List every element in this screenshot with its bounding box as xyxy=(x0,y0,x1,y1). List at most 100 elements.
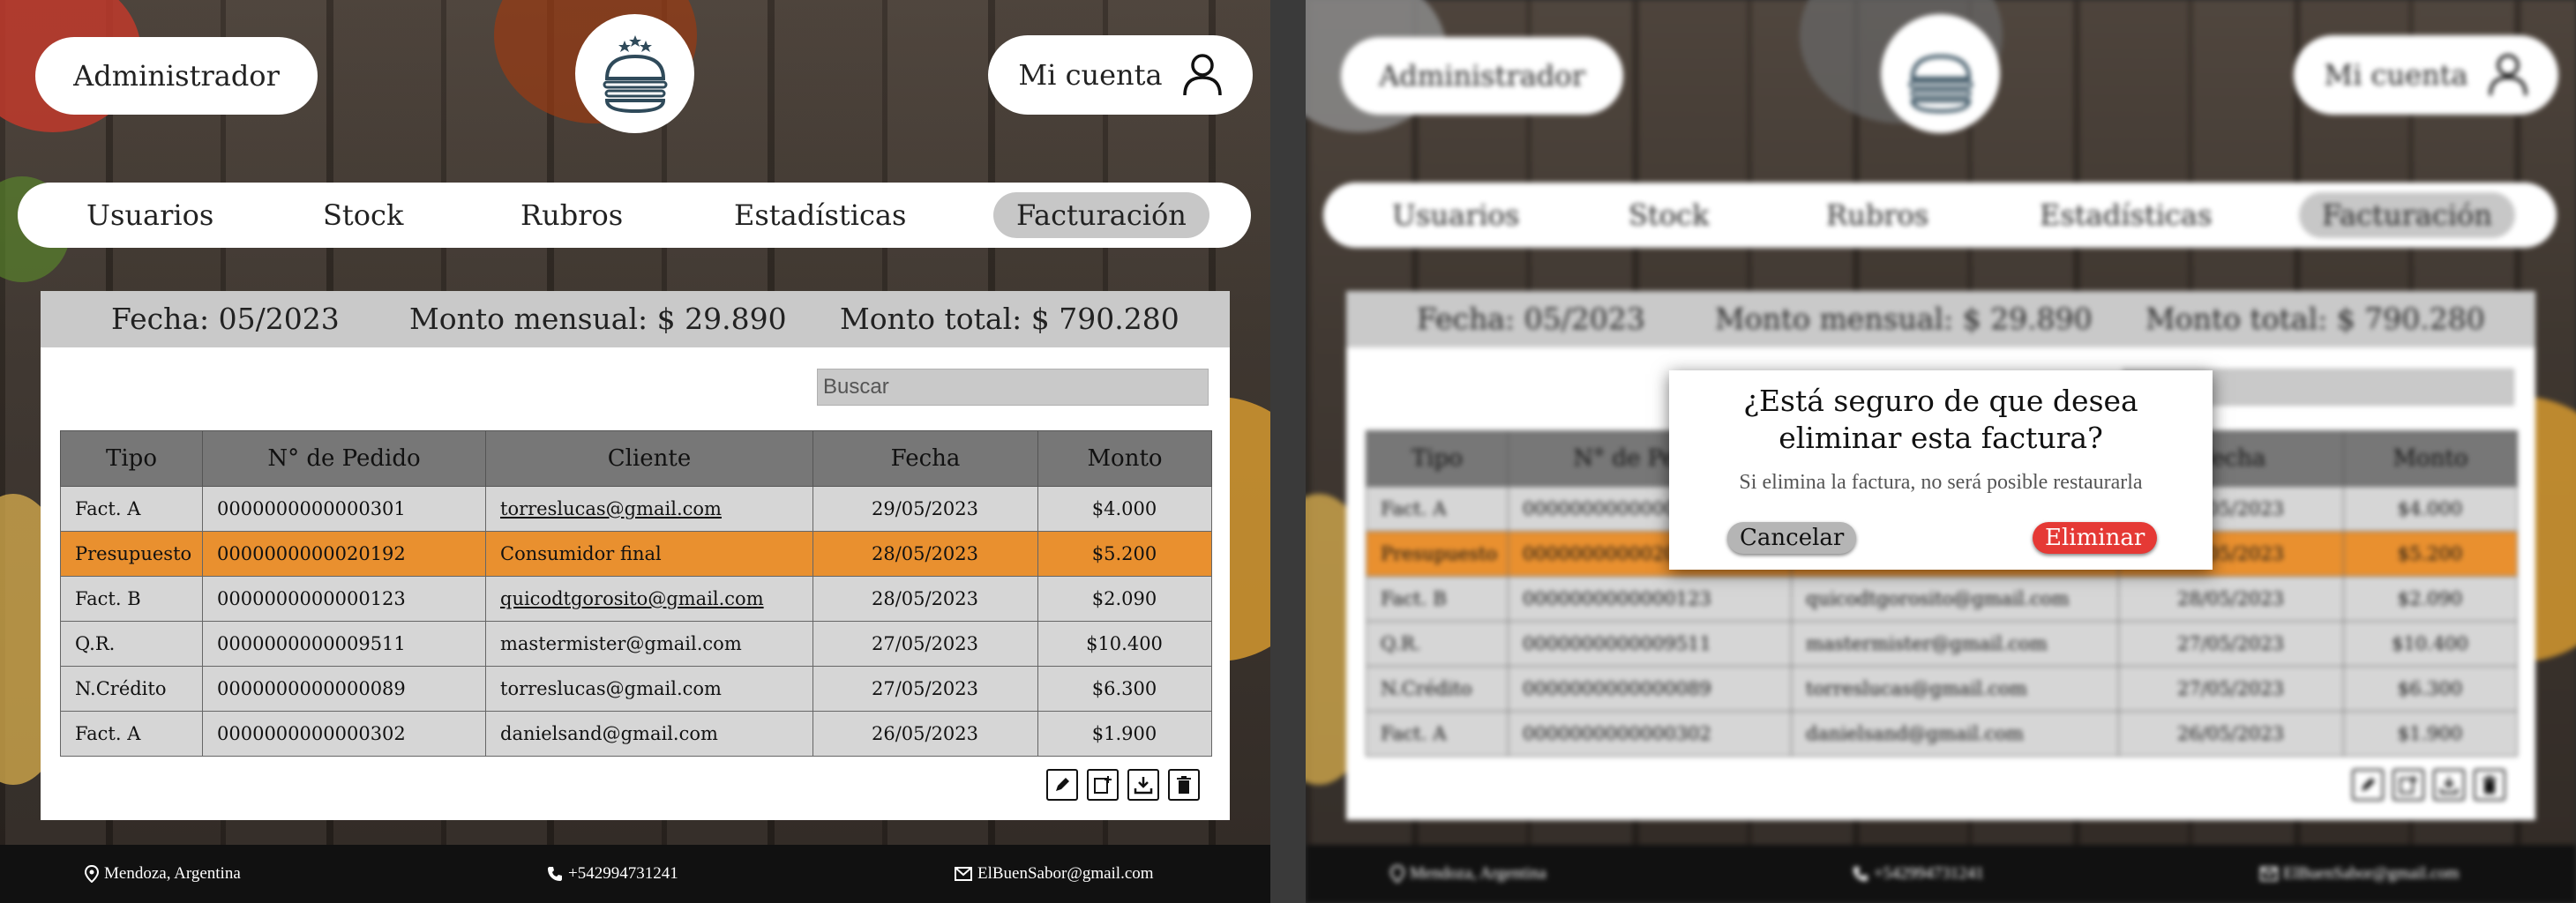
admin-button[interactable]: Administrador xyxy=(35,37,318,115)
header-tipo: Tipo xyxy=(1366,430,1509,487)
logo[interactable] xyxy=(575,14,694,133)
cell-cliente: danielsand@gmail.com xyxy=(485,711,813,757)
summary-bar: Fecha: 05/2023 Monto mensual: $ 29.890 M… xyxy=(41,291,1230,347)
admin-button: Administrador xyxy=(1341,37,1623,115)
row-actions xyxy=(2352,769,2505,801)
tab-rubros[interactable]: Rubros xyxy=(498,192,646,238)
delete-button xyxy=(2474,769,2505,801)
table-row[interactable]: N.Crédito 0000000000000089 torreslucas@g… xyxy=(60,666,1212,712)
main-nav: Usuarios Stock Rubros Estadísticas Factu… xyxy=(1323,183,2557,248)
cell-tipo: Presupuesto xyxy=(60,531,203,577)
cell-monto: $4.000 xyxy=(2343,486,2518,532)
cell-pedido: 0000000000000302 xyxy=(1508,711,1792,757)
table-row[interactable]: Q.R. 0000000000009511 mastermister@gmail… xyxy=(60,621,1212,667)
cell-tipo: Fact. A xyxy=(1366,486,1509,532)
trash-icon xyxy=(1177,776,1191,794)
cell-tipo: N.Crédito xyxy=(1366,666,1509,712)
cell-monto: $5.200 xyxy=(1037,531,1212,577)
cell-fecha: 26/05/2023 xyxy=(2118,711,2344,757)
email-text: ElBuenSabor@gmail.com xyxy=(977,864,1154,883)
cell-monto: $2.090 xyxy=(2343,576,2518,622)
cell-pedido: 0000000000000089 xyxy=(202,666,486,712)
dialog-subtitle: Si elimina la factura, no será posible r… xyxy=(1739,471,2143,494)
trash-icon xyxy=(2482,776,2497,794)
cell-pedido: 0000000000000123 xyxy=(1508,576,1792,622)
footer-location: Mendoza, Argentina xyxy=(85,864,241,884)
account-button[interactable]: Mi cuenta xyxy=(988,35,1253,115)
mail-icon xyxy=(955,867,972,881)
download-icon xyxy=(2439,777,2459,795)
confirm-delete-button[interactable]: Eliminar xyxy=(2033,522,2158,554)
user-icon xyxy=(1182,54,1222,96)
search-input[interactable]: Buscar xyxy=(817,369,1209,406)
table-row[interactable]: Fact. A 0000000000000301 torreslucas@gma… xyxy=(60,486,1212,532)
table-row: N.Crédito 0000000000000089 torreslucas@g… xyxy=(1366,666,2518,712)
edit-button[interactable] xyxy=(1046,769,1078,801)
cell-fecha: 28/05/2023 xyxy=(812,576,1038,622)
tab-stock: Stock xyxy=(1629,198,1710,232)
cell-monto: $6.300 xyxy=(2343,666,2518,712)
cancel-button[interactable]: Cancelar xyxy=(1727,522,1857,554)
cell-monto: $1.900 xyxy=(2343,711,2518,757)
cell-tipo: Q.R. xyxy=(60,621,203,667)
monto-total-label: Monto total: $ 790.280 xyxy=(840,302,1179,336)
add-button[interactable] xyxy=(1087,769,1119,801)
cell-fecha: 26/05/2023 xyxy=(812,711,1038,757)
phone-text: +542994731241 xyxy=(568,864,678,883)
download-button xyxy=(2433,769,2465,801)
cell-cliente[interactable]: quicodtgorosito@gmail.com xyxy=(485,576,813,622)
cell-cliente: quicodtgorosito@gmail.com xyxy=(1791,576,2119,622)
monto-total-label: Monto total: $ 790.280 xyxy=(2145,302,2485,336)
delete-confirm-dialog: ¿Está seguro de que desea eliminar esta … xyxy=(1669,370,2213,570)
footer: Mendoza, Argentina +542994731241 ElBuenS… xyxy=(0,845,1270,903)
table-row-selected[interactable]: Presupuesto 0000000000020192 Consumidor … xyxy=(60,531,1212,577)
cell-tipo: Fact. B xyxy=(60,576,203,622)
billing-screen-delete-confirm: Administrador Mi cuenta Usuarios Stock R… xyxy=(1306,0,2576,903)
billing-screen: Administrador Mi cuenta Usuarios Stock R… xyxy=(0,0,1270,903)
cell-monto: $5.200 xyxy=(2343,531,2518,577)
cell-cliente[interactable]: torreslucas@gmail.com xyxy=(485,486,813,532)
footer-phone: +542994731241 xyxy=(1853,864,1984,884)
header-monto[interactable]: Monto xyxy=(1037,430,1212,487)
row-actions xyxy=(1046,769,1200,801)
billing-panel: Fecha: 05/2023 Monto mensual: $ 29.890 M… xyxy=(41,291,1230,820)
main-nav: Usuarios Stock Rubros Estadísticas Factu… xyxy=(18,183,1251,248)
tab-stock[interactable]: Stock xyxy=(300,192,426,238)
cell-cliente: mastermister@gmail.com xyxy=(485,621,813,667)
user-icon xyxy=(2488,54,2527,96)
header-fecha[interactable]: Fecha xyxy=(812,430,1038,487)
table-row: Q.R. 0000000000009511 mastermister@gmail… xyxy=(1366,621,2518,667)
tab-facturacion: Facturación xyxy=(2299,192,2515,238)
cell-pedido: 0000000000000302 xyxy=(202,711,486,757)
cell-tipo: Fact. A xyxy=(1366,711,1509,757)
tab-estadisticas: Estadísticas xyxy=(2040,198,2213,232)
burger-logo-icon xyxy=(1908,54,1973,113)
cell-tipo: Fact. A xyxy=(60,486,203,532)
table-row[interactable]: Fact. A 0000000000000302 danielsand@gmai… xyxy=(60,711,1212,757)
cell-monto: $10.400 xyxy=(2343,621,2518,667)
footer: Mendoza, Argentina +542994731241 ElBuenS… xyxy=(1306,845,2576,903)
header-cliente[interactable]: Cliente xyxy=(485,430,813,487)
header-tipo[interactable]: Tipo xyxy=(60,430,203,487)
fecha-label: Fecha: 05/2023 xyxy=(1417,302,1645,336)
delete-button[interactable] xyxy=(1168,769,1200,801)
location-pin-icon xyxy=(1390,865,1404,883)
monto-mensual-label: Monto mensual: $ 29.890 xyxy=(409,302,787,336)
cell-cliente: danielsand@gmail.com xyxy=(1791,711,2119,757)
location-pin-icon xyxy=(85,865,99,883)
tab-estadisticas[interactable]: Estadísticas xyxy=(711,192,929,238)
cell-pedido: 0000000000009511 xyxy=(202,621,486,667)
invoice-table: Tipo N° de Pedido Cliente Fecha Monto Fa… xyxy=(60,430,1212,757)
cell-fecha: 27/05/2023 xyxy=(812,666,1038,712)
tab-facturacion[interactable]: Facturación xyxy=(993,192,1209,238)
cell-tipo: N.Crédito xyxy=(60,666,203,712)
table-row: Fact. B 0000000000000123 quicodtgorosito… xyxy=(1366,576,2518,622)
cell-cliente: torreslucas@gmail.com xyxy=(485,666,813,712)
header-pedido[interactable]: N° de Pedido xyxy=(202,430,486,487)
table-row[interactable]: Fact. B 0000000000000123 quicodtgorosito… xyxy=(60,576,1212,622)
tab-usuarios[interactable]: Usuarios xyxy=(64,192,236,238)
cell-monto: $10.400 xyxy=(1037,621,1212,667)
cell-monto: $4.000 xyxy=(1037,486,1212,532)
download-button[interactable] xyxy=(1127,769,1159,801)
phone-text: +542994731241 xyxy=(1874,864,1984,883)
